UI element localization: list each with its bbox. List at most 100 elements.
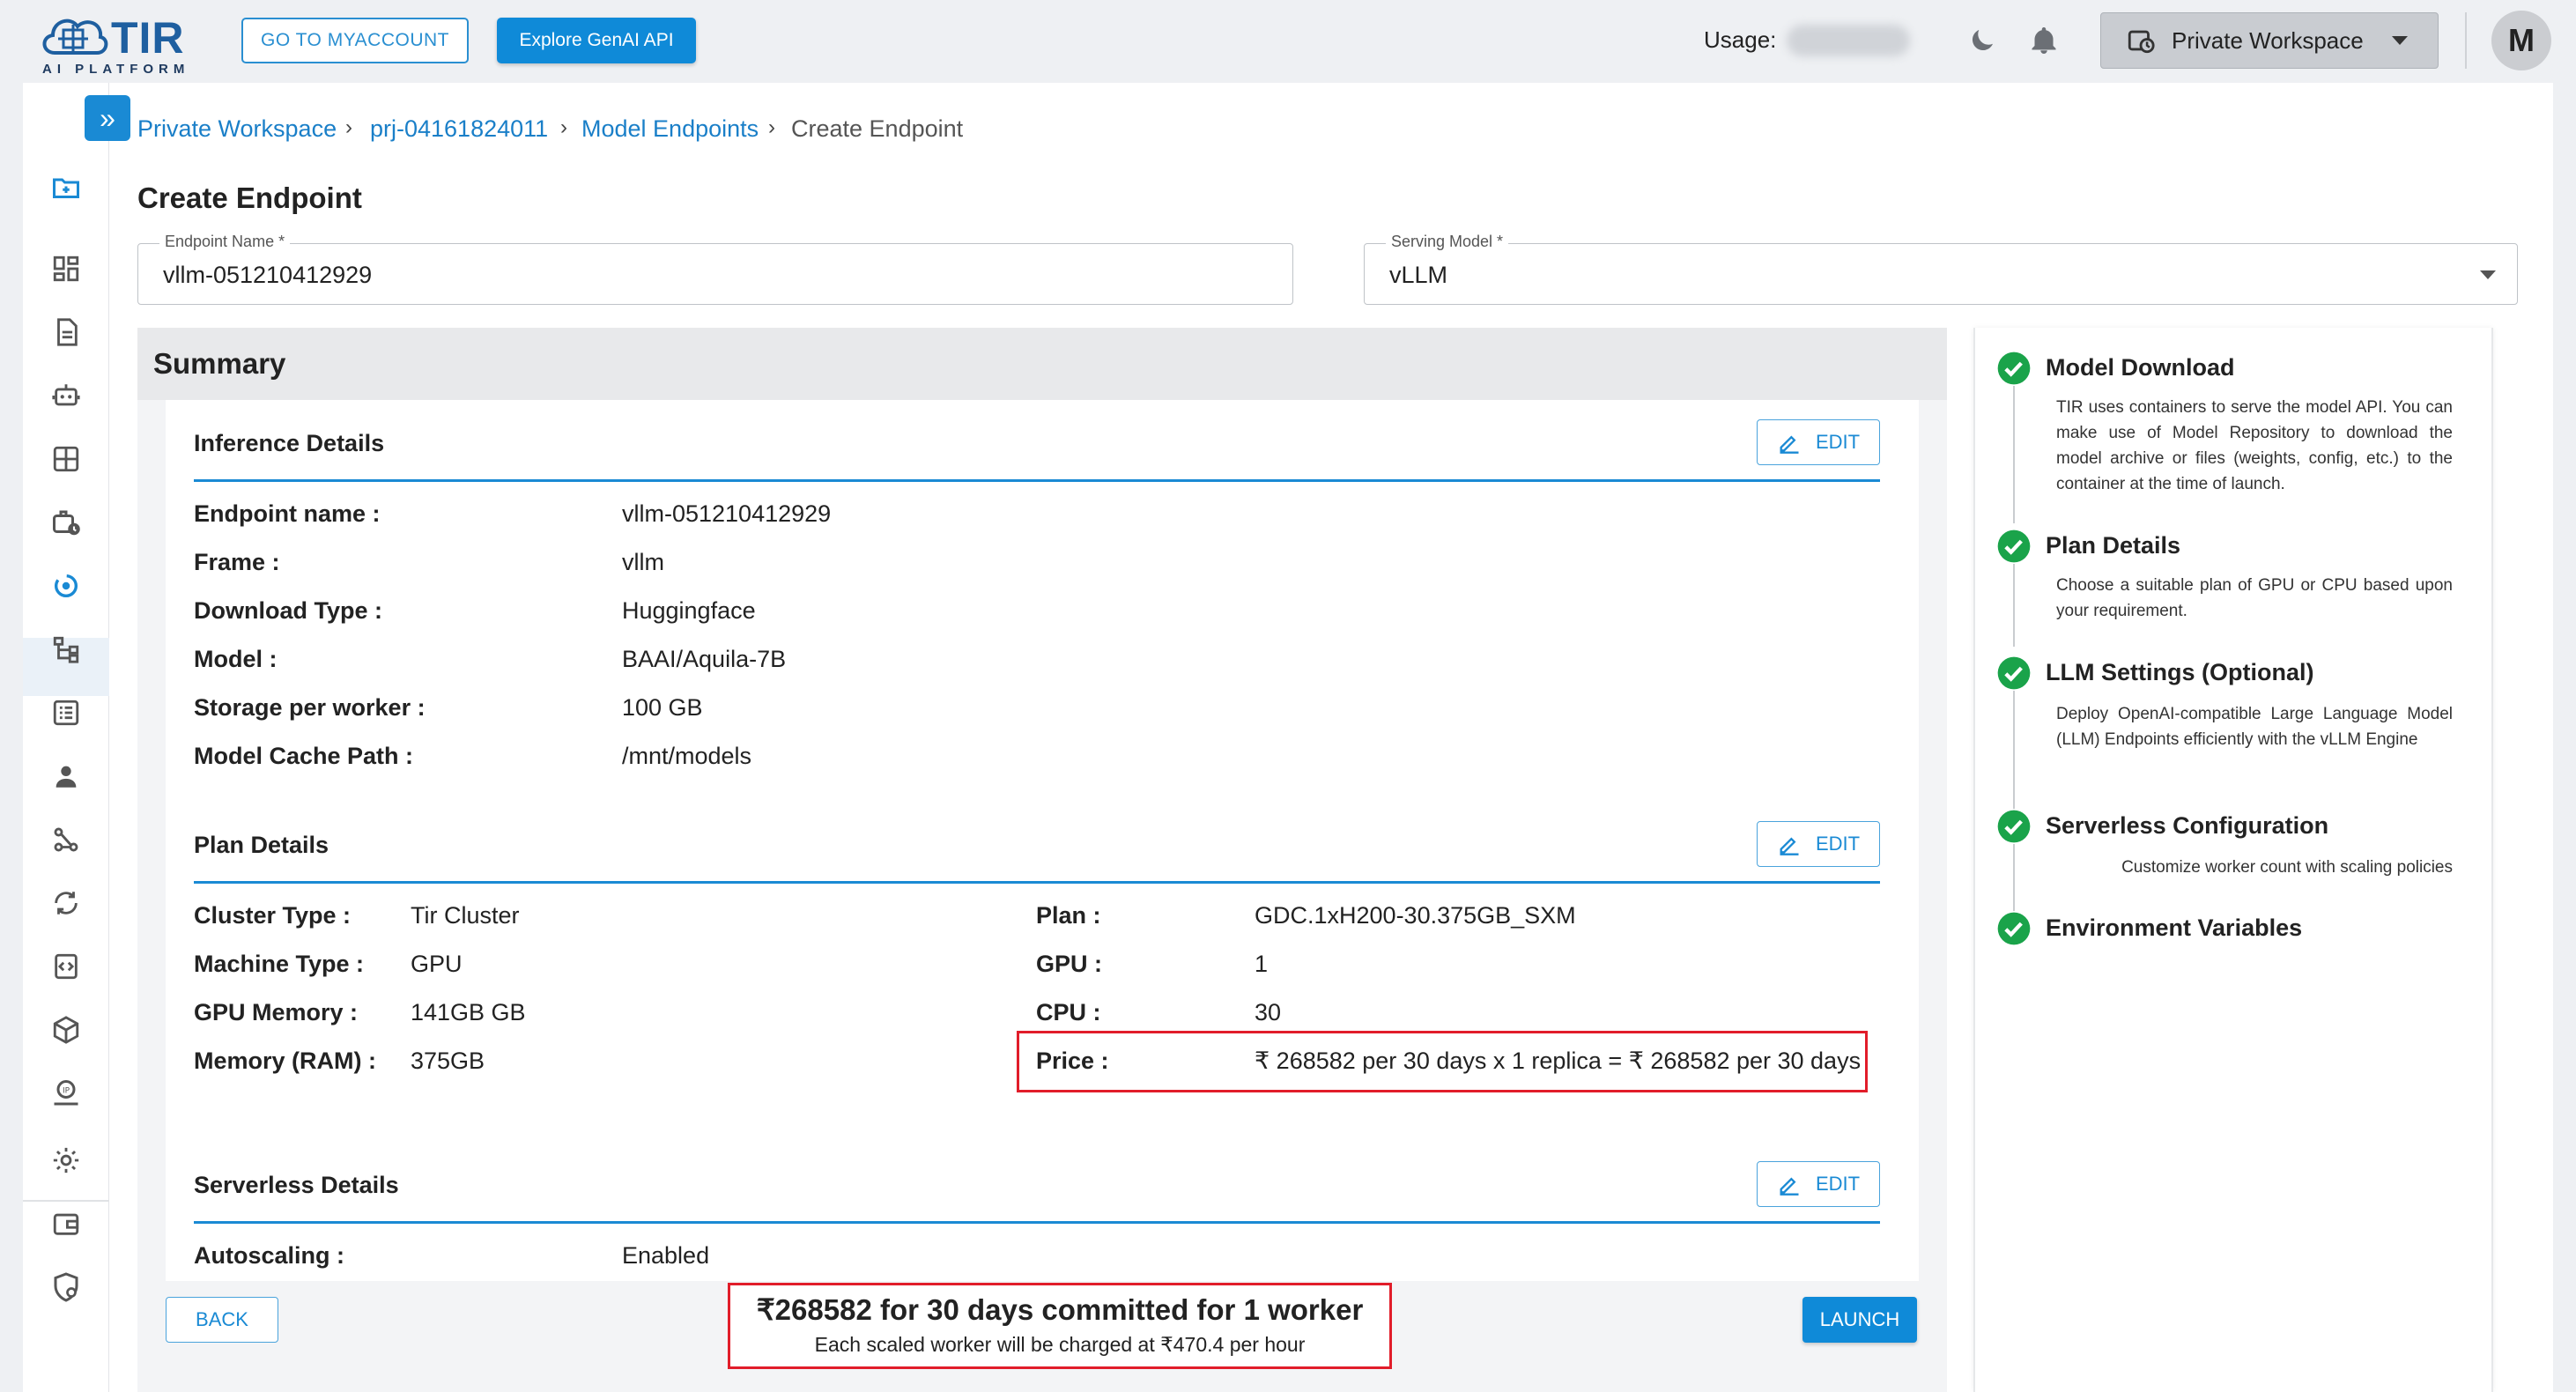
price-value: ₹ 268582 per 30 days x 1 replica = ₹ 268… [1255, 1048, 1862, 1074]
sidebar-item-datasets[interactable] [46, 439, 86, 479]
breadcrumb-project[interactable]: prj-04161824011 [370, 115, 548, 143]
sidebar-item-settings[interactable] [46, 1140, 86, 1181]
tree-structure-icon [53, 636, 79, 663]
step-title-environment-variables: Environment Variables [2046, 914, 2303, 941]
gpu-memory-value: 141GB GB [411, 999, 526, 1025]
step-connector [2013, 564, 2015, 647]
step-desc-model-download: TIR uses containers to serve the model A… [2056, 398, 2453, 493]
sidebar-item-code[interactable] [46, 946, 86, 987]
sidebar-item-billing[interactable] [46, 1203, 86, 1244]
workspace-selector[interactable]: Private Workspace [2100, 12, 2439, 69]
breadcrumb-model-endpoints[interactable]: Model Endpoints [581, 115, 759, 143]
step-title-model-download: Model Download [2046, 354, 2235, 381]
inference-details-title: Inference Details [194, 430, 385, 456]
code-box-icon [55, 953, 78, 980]
edit-label: EDIT [1815, 431, 1861, 453]
check-circle-icon [1997, 352, 2031, 385]
commitment-summary: ₹268582 for 30 days committed for 1 work… [728, 1283, 1392, 1369]
step-title-llm-settings: LLM Settings (Optional) [2046, 659, 2314, 685]
tir-logo[interactable]: TIR AI PLATFORM [39, 7, 206, 78]
edit-plan-button[interactable]: EDIT [1757, 821, 1880, 867]
step-desc-llm-settings: Deploy OpenAI-compatible Large Language … [2056, 705, 2453, 749]
gear-icon [53, 1147, 79, 1174]
cluster-type-value: Tir Cluster [411, 902, 520, 929]
caret-down-icon [2480, 270, 2496, 279]
sidebar-item-model-endpoints[interactable] [46, 566, 86, 606]
endpoint-name-display: vllm-051210412929 [622, 500, 832, 527]
briefcase-clock-icon [53, 510, 80, 536]
step-desc-plan-details: Choose a suitable plan of GPU or CPU bas… [2056, 576, 2453, 620]
model-cache-path-key: Model Cache Path : [194, 743, 414, 769]
storage-per-worker-value: 100 GB [622, 694, 703, 721]
page-title: Create Endpoint [137, 181, 362, 214]
cluster-type-key: Cluster Type : [194, 902, 352, 929]
breadcrumb-separator: › [768, 115, 775, 139]
sidebar-item-agents[interactable] [46, 375, 86, 416]
explore-genai-api-button[interactable]: Explore GenAI API [497, 18, 696, 63]
robot-icon [52, 384, 80, 406]
double-chevron-right-icon: » [100, 101, 115, 134]
sidebar-item-sync[interactable] [46, 883, 86, 923]
sidebar-item-registry[interactable] [46, 692, 86, 733]
sidebar-item-models[interactable] [46, 1010, 86, 1050]
ip-monitor-icon: IP [54, 1080, 78, 1106]
plan-value: GDC.1xH200-30.375GB_SXM [1255, 902, 1576, 929]
step-connector [2013, 691, 2015, 809]
header-divider [2465, 12, 2467, 69]
list-box-icon [53, 700, 79, 726]
sidebar-item-workflows[interactable] [46, 629, 86, 670]
step-desc-serverless-configuration: Customize worker count with scaling poli… [2121, 858, 2453, 877]
gpu-key: GPU : [1036, 951, 1103, 977]
sidebar-item-dashboard[interactable] [46, 248, 86, 289]
top-bar: TIR AI PLATFORM GO TO MYACCOUNT Explore … [0, 0, 2576, 83]
check-circle-icon [1997, 656, 2031, 690]
step-title-plan-details: Plan Details [2046, 532, 2181, 559]
endpoint-name-key: Endpoint name : [194, 500, 381, 527]
plan-key: Plan : [1036, 902, 1101, 929]
brand-subtitle: AI PLATFORM [42, 62, 190, 77]
download-type-key: Download Type : [194, 597, 382, 624]
edit-serverless-button[interactable]: EDIT [1757, 1161, 1880, 1207]
endpoint-name-field[interactable]: Endpoint Name * vllm-051210412929 [137, 233, 1293, 305]
user-avatar[interactable]: M [2491, 11, 2551, 70]
breadcrumb-private-workspace[interactable]: Private Workspace [137, 115, 337, 143]
sidebar-item-members[interactable] [46, 756, 86, 796]
pencil-icon [1780, 1177, 1799, 1196]
breadcrumb-separator: › [345, 115, 352, 139]
storage-per-worker-key: Storage per worker : [194, 694, 426, 721]
gpu-value: 1 [1255, 951, 1269, 977]
sidebar-item-integrations[interactable] [46, 819, 86, 860]
sidebar-item-security[interactable] [46, 1267, 86, 1307]
summary-card [166, 400, 1919, 1281]
endpoint-name-value[interactable]: vllm-051210412929 [163, 262, 372, 289]
sidebar-item-pipelines[interactable] [46, 502, 86, 543]
sidebar-item-reserved-ip[interactable]: IP [46, 1073, 86, 1114]
edit-label: EDIT [1815, 1173, 1861, 1195]
sidebar-divider [23, 1200, 109, 1202]
commitment-sub-text: Each scaled worker will be charged at ₹4… [814, 1333, 1306, 1356]
back-button[interactable]: BACK [166, 1297, 278, 1343]
bell-icon[interactable] [2028, 25, 2060, 56]
step-connector [2013, 844, 2015, 911]
cloud-chip-icon [42, 19, 108, 55]
workspace-label: Private Workspace [2172, 26, 2364, 54]
usage-value-redacted [1787, 25, 1910, 56]
frame-key: Frame : [194, 549, 280, 575]
workspace-icon [2128, 30, 2155, 54]
model-value: BAAI/Aquila-7B [622, 646, 787, 672]
moon-icon[interactable] [1966, 25, 1998, 56]
expand-sidebar-button[interactable]: » [85, 95, 130, 141]
sidebar-item-projects[interactable] [46, 167, 86, 208]
launch-button[interactable]: LAUNCH [1802, 1297, 1917, 1343]
edit-inference-button[interactable]: EDIT [1757, 419, 1880, 465]
serving-model-select[interactable]: Serving Model * vLLM [1364, 233, 2518, 305]
breadcrumb-current: Create Endpoint [791, 115, 964, 142]
inference-icon [54, 574, 78, 598]
summary-header: Summary [137, 328, 1947, 400]
edit-label: EDIT [1815, 833, 1861, 855]
go-to-myaccount-button[interactable]: GO TO MYACCOUNT [241, 18, 469, 63]
memory-ram-value: 375GB [411, 1048, 485, 1074]
sidebar-item-notebooks[interactable] [46, 312, 86, 352]
caret-down-icon [2391, 36, 2408, 45]
cube-icon [53, 1016, 79, 1044]
